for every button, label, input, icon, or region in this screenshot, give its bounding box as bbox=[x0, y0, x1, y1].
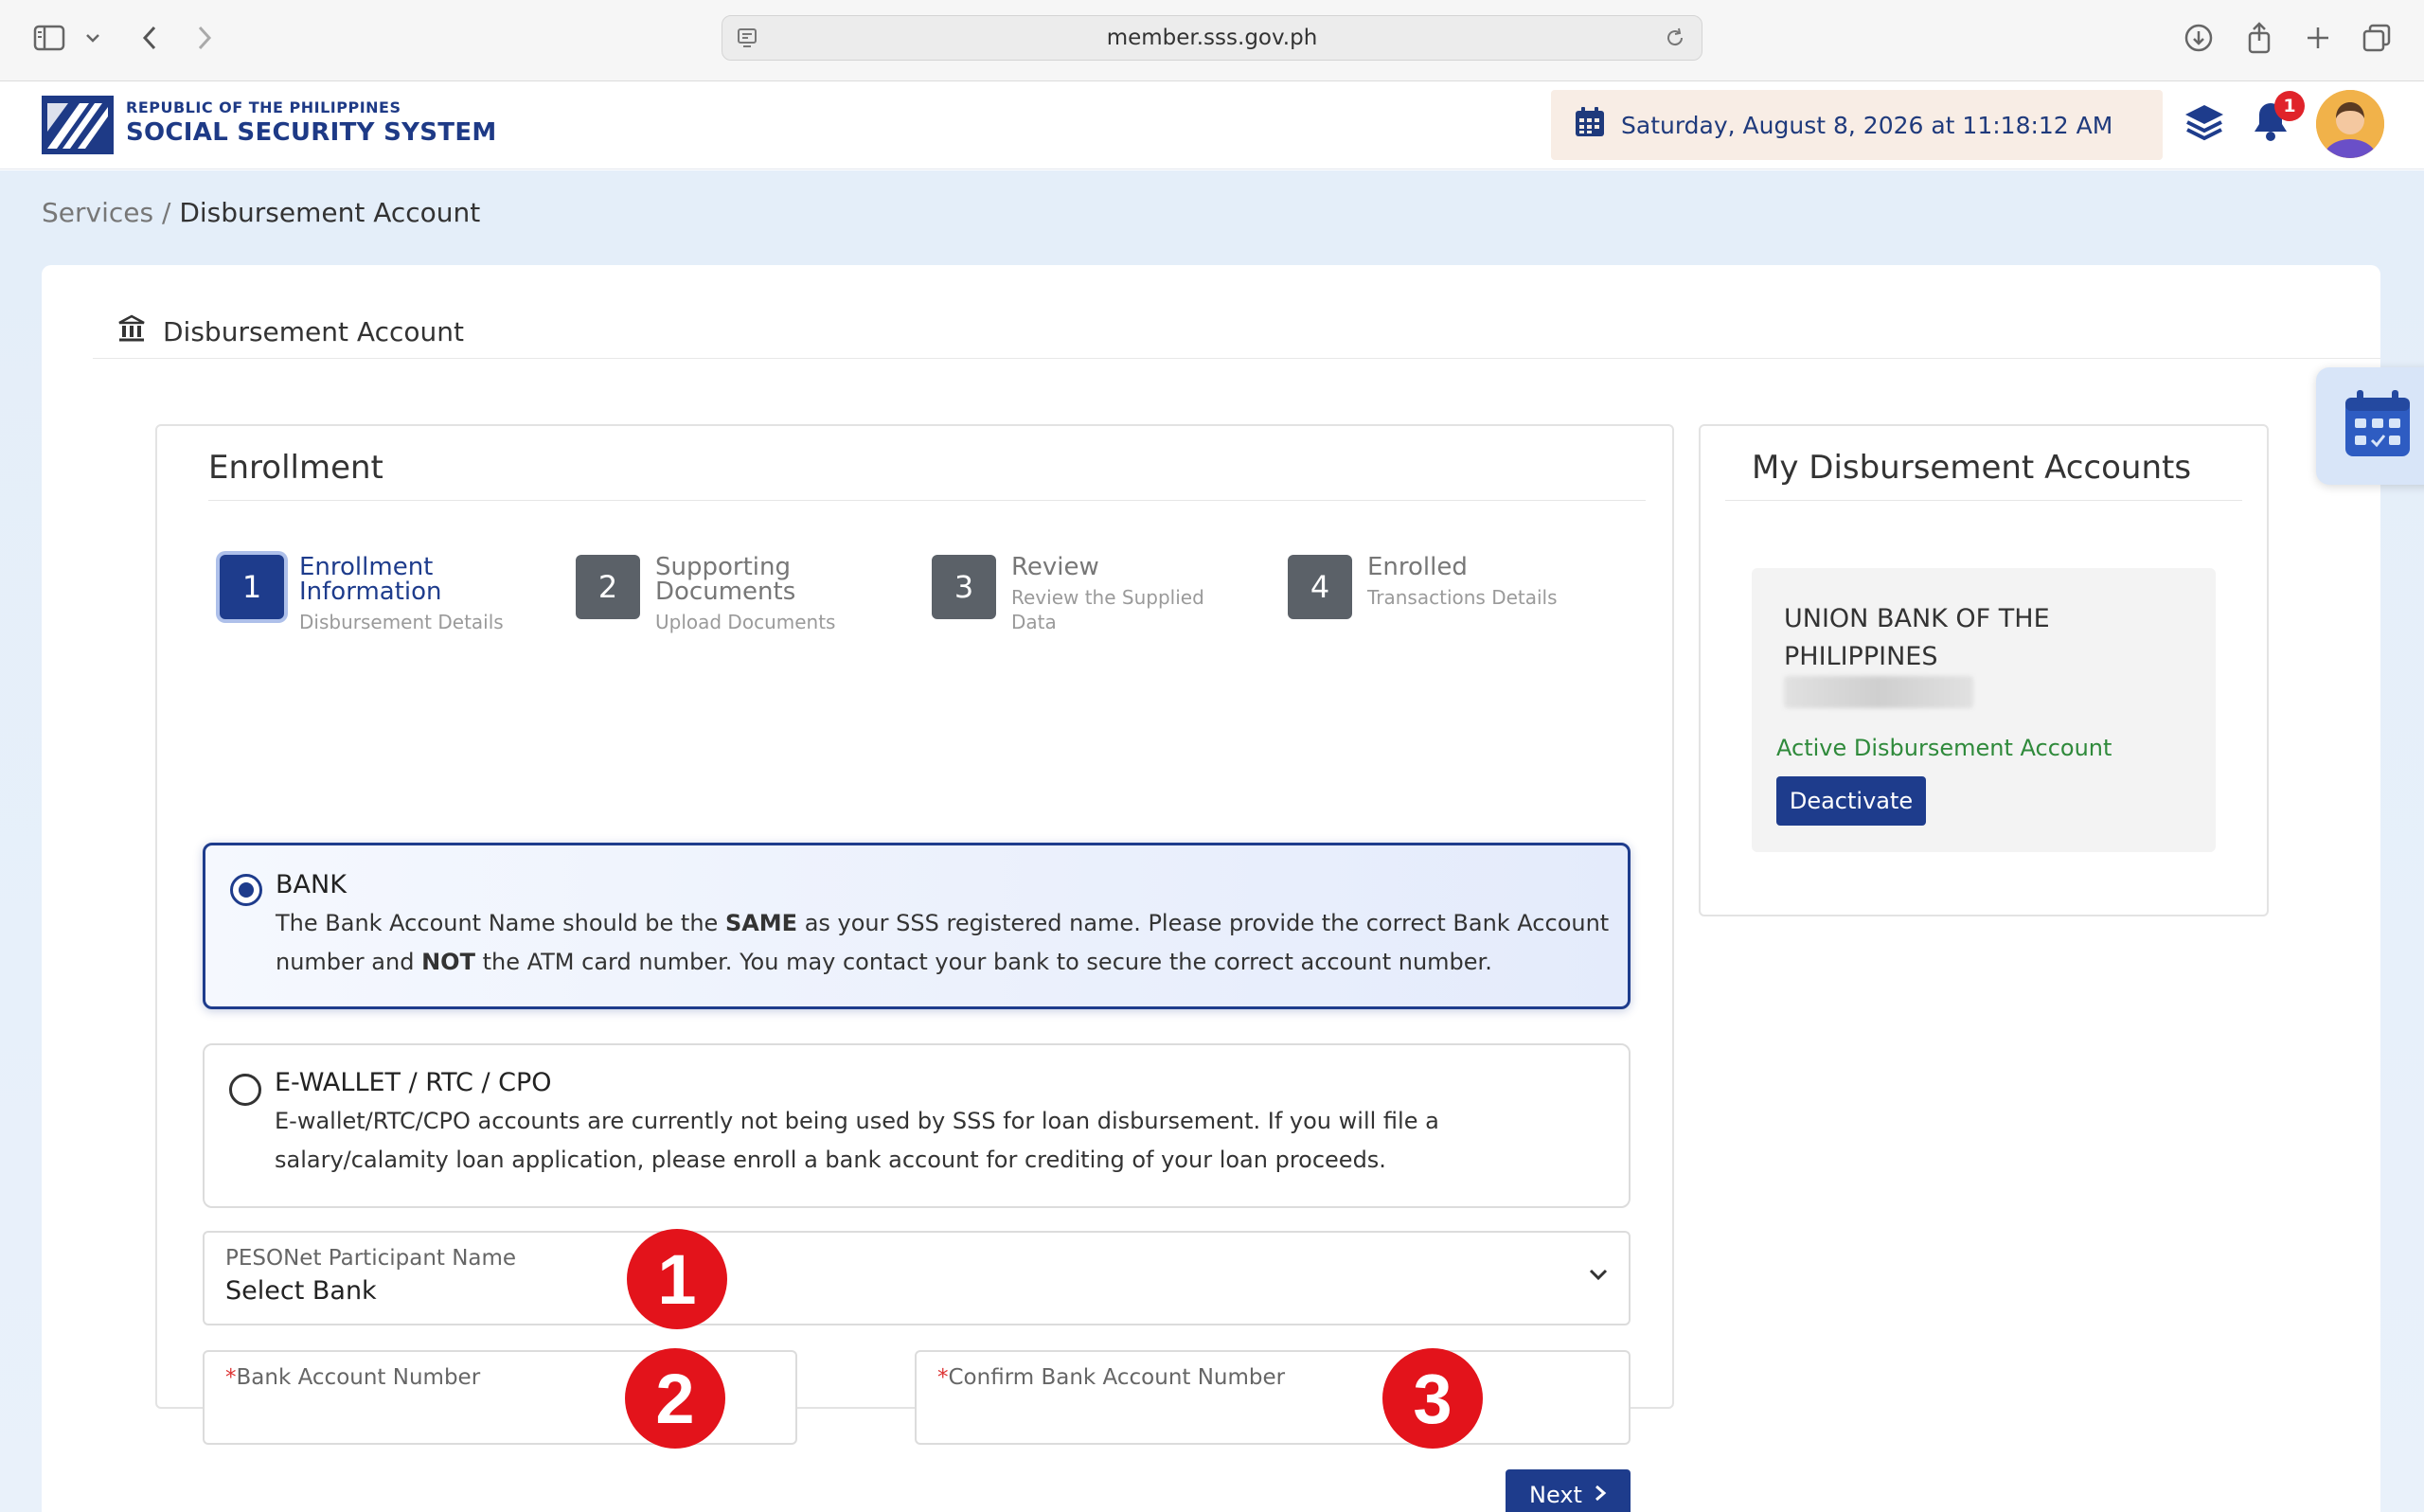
step-title: Documents bbox=[655, 578, 796, 606]
datetime-display: Saturday, August 8, 2026 at 11:18:12 AM bbox=[1551, 90, 2163, 160]
sss-logo-icon[interactable] bbox=[42, 96, 114, 154]
my-disbursement-accounts-panel: My Disbursement Accounts UNION BANK OF T… bbox=[1699, 424, 2269, 916]
breadcrumb-separator: / bbox=[153, 197, 180, 228]
step-1[interactable]: 1 Enrollment Information Disbursement De… bbox=[220, 555, 504, 634]
step-subtitle: Upload Documents bbox=[655, 611, 836, 633]
step-subtitle: Data bbox=[1011, 611, 1057, 633]
ewallet-option-title: E-WALLET / RTC / CPO bbox=[275, 1068, 552, 1097]
download-icon[interactable] bbox=[2180, 19, 2218, 57]
ewallet-option-description: E-wallet/RTC/CPO accounts are currently … bbox=[275, 1108, 1439, 1173]
ewallet-radio[interactable] bbox=[229, 1074, 261, 1106]
url-text: member.sss.gov.ph bbox=[1106, 26, 1318, 50]
annotation-marker-2: 2 bbox=[625, 1348, 725, 1449]
chevron-right-icon bbox=[1594, 1482, 1607, 1508]
address-bar[interactable]: member.sss.gov.ph bbox=[722, 15, 1702, 61]
my-accounts-title: My Disbursement Accounts bbox=[1752, 449, 2192, 487]
account-bank-name: UNION BANK OF THE PHILIPPINES bbox=[1784, 604, 2050, 671]
step-4[interactable]: 4 Enrolled Transactions Details bbox=[1288, 555, 1558, 619]
sidebar-toggle-icon[interactable] bbox=[30, 19, 68, 57]
main-card: Disbursement Account Enrollment 1 Enroll… bbox=[42, 265, 2380, 1512]
notification-badge: 1 bbox=[2274, 91, 2305, 121]
site-settings-icon[interactable] bbox=[736, 27, 758, 55]
enrollment-title: Enrollment bbox=[208, 449, 383, 487]
share-icon[interactable] bbox=[2240, 19, 2278, 57]
reload-icon[interactable] bbox=[1664, 27, 1686, 55]
field-label: *Confirm Bank Account Number bbox=[937, 1365, 1286, 1390]
breadcrumb: Services / Disbursement Account bbox=[42, 197, 480, 228]
tab-overview-icon[interactable] bbox=[2358, 19, 2396, 57]
datetime-text: Saturday, August 8, 2026 at 11:18:12 AM bbox=[1621, 111, 2113, 139]
next-button[interactable]: Next bbox=[1506, 1469, 1631, 1512]
selected-bank-value: Select Bank bbox=[225, 1276, 377, 1306]
step-title: Enrollment bbox=[299, 553, 434, 581]
new-tab-icon[interactable] bbox=[2299, 19, 2337, 57]
field-label: *Bank Account Number bbox=[225, 1365, 481, 1390]
bank-icon bbox=[117, 314, 146, 349]
confirm-bank-account-number-field[interactable]: *Confirm Bank Account Number bbox=[915, 1350, 1631, 1445]
account-status: Active Disbursement Account bbox=[1776, 735, 2112, 761]
brand-title: SOCIAL SECURITY SYSTEM bbox=[126, 118, 497, 147]
breadcrumb-current: Disbursement Account bbox=[179, 197, 481, 228]
step-number: 3 bbox=[932, 555, 996, 619]
app-header: REPUBLIC OF THE PHILIPPINES SOCIAL SECUR… bbox=[0, 82, 2424, 169]
step-number: 1 bbox=[220, 555, 284, 619]
browser-toolbar: member.sss.gov.ph bbox=[0, 0, 2424, 81]
bank-radio[interactable] bbox=[230, 874, 262, 906]
chevron-down-icon bbox=[1587, 1267, 1610, 1286]
step-subtitle: Transactions Details bbox=[1367, 586, 1558, 609]
enrollment-panel: Enrollment 1 Enrollment Information Disb… bbox=[155, 424, 1674, 1512]
step-subtitle: Disbursement Details bbox=[299, 611, 504, 633]
step-2[interactable]: 2 Supporting Documents Upload Documents bbox=[576, 555, 835, 634]
annotation-marker-3: 3 bbox=[1382, 1348, 1483, 1449]
deactivate-button[interactable]: Deactivate bbox=[1776, 776, 1926, 826]
breadcrumb-services[interactable]: Services bbox=[42, 197, 153, 228]
divider bbox=[93, 358, 2380, 359]
next-button-label: Next bbox=[1529, 1482, 1582, 1508]
step-title: Review bbox=[1011, 553, 1099, 581]
divider bbox=[208, 500, 1646, 501]
divider bbox=[1725, 500, 2242, 501]
step-title: Enrolled bbox=[1367, 553, 1468, 581]
back-icon[interactable] bbox=[133, 19, 167, 57]
pesonet-participant-select[interactable]: PESONet Participant Name Select Bank bbox=[203, 1231, 1631, 1325]
annotation-marker-1: 1 bbox=[627, 1229, 727, 1329]
layers-icon[interactable] bbox=[2183, 101, 2225, 147]
forward-icon[interactable] bbox=[187, 19, 222, 57]
chevron-down-icon[interactable] bbox=[81, 19, 104, 57]
step-number: 4 bbox=[1288, 555, 1352, 619]
step-number: 2 bbox=[576, 555, 640, 619]
brand-subtitle: REPUBLIC OF THE PHILIPPINES bbox=[126, 98, 401, 116]
bank-option[interactable]: BANK The Bank Account Name should be the… bbox=[203, 843, 1631, 1009]
calendar-icon bbox=[2342, 388, 2414, 464]
redacted-account-number bbox=[1784, 676, 1973, 708]
bank-option-title: BANK bbox=[276, 870, 347, 899]
avatar[interactable] bbox=[2316, 90, 2384, 158]
step-title: Information bbox=[299, 578, 442, 606]
calendar-icon bbox=[1574, 106, 1606, 144]
ewallet-option[interactable]: E-WALLET / RTC / CPO E-wallet/RTC/CPO ac… bbox=[203, 1043, 1631, 1208]
field-label: PESONet Participant Name bbox=[225, 1246, 517, 1271]
page-title-text: Disbursement Account bbox=[163, 316, 464, 347]
step-subtitle: Review the Supplied bbox=[1011, 586, 1204, 609]
step-3[interactable]: 3 Review Review the Supplied Data bbox=[932, 555, 1204, 634]
floating-calendar-button[interactable] bbox=[2316, 367, 2424, 485]
step-title: Supporting bbox=[655, 553, 791, 581]
bank-option-description: The Bank Account Name should be the SAME… bbox=[276, 910, 1610, 975]
page-title: Disbursement Account bbox=[117, 314, 464, 349]
account-card: UNION BANK OF THE PHILIPPINES Active Dis… bbox=[1752, 568, 2216, 852]
